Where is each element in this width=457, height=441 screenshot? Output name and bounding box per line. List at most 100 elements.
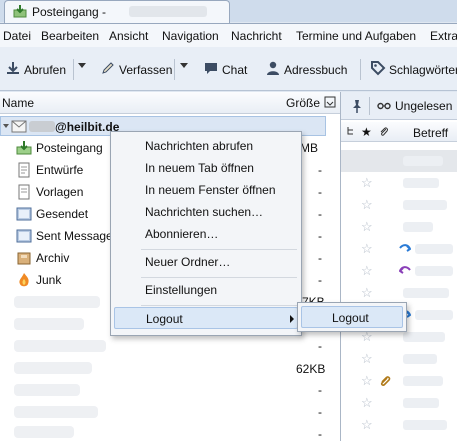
- mail-account-icon: [11, 120, 27, 133]
- redacted-tab-text: [129, 6, 207, 17]
- folder-size: -: [318, 427, 322, 441]
- attachment-column-icon[interactable]: [379, 126, 389, 138]
- folder-context-menu: Nachrichten abrufen In neuem Tab öffnen …: [110, 131, 302, 336]
- redacted-folder-row: [14, 296, 100, 308]
- compose-button[interactable]: Verfassen: [100, 60, 172, 80]
- redacted-subject: [403, 376, 443, 386]
- tab-inbox[interactable]: Posteingang -: [4, 0, 230, 23]
- menu-events-tasks[interactable]: Termine und Aufgaben: [296, 29, 416, 43]
- star-icon[interactable]: ☆: [361, 197, 373, 213]
- logout-submenu: Logout: [297, 302, 407, 332]
- folder-size: -: [318, 229, 322, 243]
- thread-column-icon[interactable]: [347, 126, 355, 136]
- menu-message[interactable]: Nachricht: [231, 29, 282, 43]
- message-row[interactable]: ☆: [341, 348, 457, 370]
- download-icon: [7, 62, 19, 74]
- redacted-folder-row: [14, 384, 80, 396]
- menu-bar: Datei Bearbeiten Ansicht Navigation Nach…: [0, 23, 457, 47]
- folder-size: -: [318, 207, 322, 221]
- star-icon[interactable]: ☆: [361, 285, 373, 301]
- sent-icon: [16, 229, 32, 243]
- templates-icon: [18, 184, 30, 200]
- column-picker-icon[interactable]: [324, 96, 336, 108]
- menu-item-new-folder[interactable]: Neuer Ordner…: [114, 251, 298, 273]
- message-row[interactable]: ☆: [341, 216, 457, 238]
- menu-item-open-new-window[interactable]: In neuem Fenster öffnen: [114, 179, 298, 201]
- menu-item-settings[interactable]: Einstellungen: [114, 279, 298, 301]
- column-name[interactable]: Name: [2, 96, 34, 110]
- message-row-selected[interactable]: [341, 150, 457, 172]
- menu-edit[interactable]: Bearbeiten: [41, 29, 99, 43]
- address-book-button[interactable]: Adressbuch: [265, 60, 349, 80]
- menu-item-get-messages[interactable]: Nachrichten abrufen: [114, 135, 298, 157]
- redacted-folder-row: [14, 406, 98, 418]
- message-row[interactable]: ☆: [341, 370, 457, 392]
- redacted-subject: [403, 354, 437, 364]
- message-row[interactable]: ☆: [341, 238, 457, 260]
- message-row[interactable]: ☆: [341, 260, 457, 282]
- menu-separator: [141, 305, 297, 306]
- junk-icon: [19, 273, 29, 287]
- column-size[interactable]: Größe: [286, 96, 320, 110]
- star-icon[interactable]: ☆: [361, 263, 373, 279]
- menu-separator: [141, 249, 297, 250]
- redacted-folder-row: [14, 426, 74, 438]
- message-pane: Ungelesen ★ Betreff ☆ ☆ ☆ ☆ ☆ ☆ ☆ ☆ ☆ ☆ …: [340, 92, 457, 441]
- message-row[interactable]: ☆: [341, 194, 457, 216]
- star-icon[interactable]: ☆: [361, 373, 373, 389]
- menu-item-open-new-tab[interactable]: In neuem Tab öffnen: [114, 157, 298, 179]
- message-row[interactable]: ☆: [341, 172, 457, 194]
- menu-separator: [141, 277, 297, 278]
- folder-pane-header: Name Größe: [0, 92, 340, 114]
- folder-size: -: [318, 273, 322, 287]
- menu-item-logout[interactable]: Logout: [114, 307, 298, 329]
- folder-size: -: [318, 251, 322, 265]
- compose-dropdown-icon[interactable]: [180, 63, 188, 68]
- pin-icon[interactable]: [349, 98, 365, 114]
- sent-icon: [16, 207, 32, 221]
- toolbar-separator: [360, 59, 361, 80]
- column-subject[interactable]: Betreff: [413, 126, 448, 140]
- unread-glasses-icon[interactable]: [377, 102, 391, 110]
- tags-button[interactable]: Schlagwörter: [370, 60, 457, 80]
- folder-size: 62KB: [296, 362, 326, 376]
- redacted-subject: [403, 222, 433, 232]
- get-mail-button[interactable]: Abrufen: [5, 60, 71, 80]
- get-mail-dropdown-icon[interactable]: [78, 63, 86, 68]
- redacted-subject: [415, 266, 453, 276]
- message-row[interactable]: ☆: [341, 392, 457, 414]
- submenu-item-logout[interactable]: Logout: [301, 306, 403, 328]
- toolbar-separator: [73, 59, 74, 80]
- menu-tools[interactable]: Extras: [430, 29, 457, 43]
- menu-file[interactable]: Datei: [3, 29, 31, 43]
- message-row[interactable]: ☆: [341, 414, 457, 436]
- unread-filter-button[interactable]: Ungelesen: [395, 99, 452, 113]
- chat-button[interactable]: Chat: [203, 60, 253, 80]
- menu-item-subscribe[interactable]: Abonnieren…: [114, 223, 298, 245]
- redacted-subject: [415, 244, 453, 254]
- menu-view[interactable]: Ansicht: [109, 29, 148, 43]
- redacted-folder-row: [14, 362, 92, 374]
- menu-item-search-messages[interactable]: Nachrichten suchen…: [114, 201, 298, 223]
- star-icon[interactable]: ☆: [361, 219, 373, 235]
- menu-navigation[interactable]: Navigation: [162, 29, 219, 43]
- redacted-subject: [403, 156, 443, 166]
- message-row[interactable]: ☆: [341, 282, 457, 304]
- collapse-arrow-icon[interactable]: [3, 121, 9, 131]
- star-column-icon[interactable]: ★: [361, 125, 372, 139]
- star-icon[interactable]: ☆: [361, 241, 373, 257]
- star-icon[interactable]: ☆: [361, 417, 373, 433]
- star-icon[interactable]: ☆: [361, 175, 373, 191]
- folder-size: -: [318, 339, 322, 353]
- folder-size: -: [318, 405, 322, 419]
- redacted-account-prefix: [29, 121, 55, 132]
- main-toolbar: Abrufen Verfassen Chat Adressbuch Schlag…: [0, 47, 457, 91]
- redacted-subject: [415, 310, 453, 320]
- star-icon[interactable]: ☆: [361, 395, 373, 411]
- submenu-arrow-icon: [290, 315, 294, 323]
- redacted-subject: [403, 332, 445, 342]
- drafts-icon: [18, 162, 30, 178]
- tab-title: Posteingang -: [32, 5, 107, 19]
- message-list-header: ★ Betreff: [341, 122, 457, 142]
- star-icon[interactable]: ☆: [361, 351, 373, 367]
